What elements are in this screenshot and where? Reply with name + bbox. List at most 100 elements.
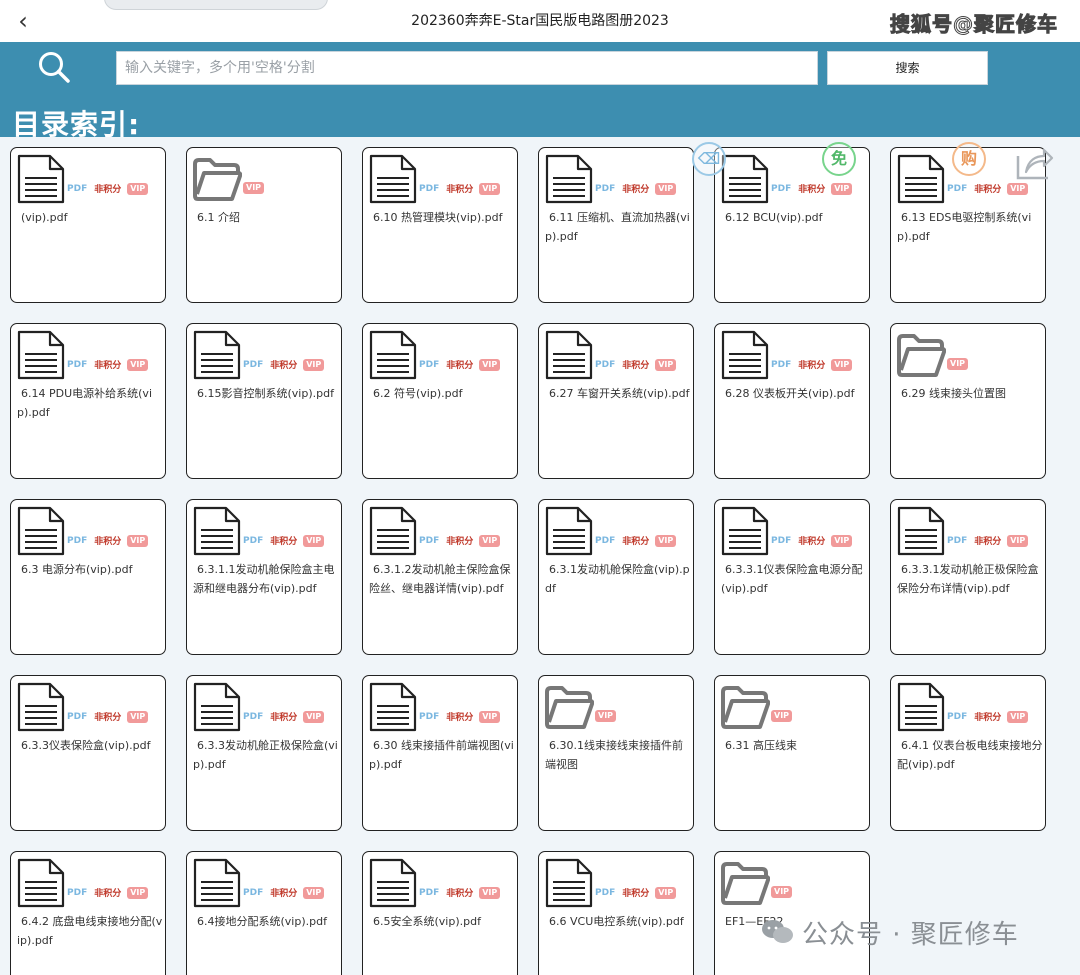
pdf-badge: PDF — [243, 535, 264, 546]
pdf-badge: PDF — [419, 183, 440, 194]
vip-badge: VIP — [595, 710, 617, 722]
pdf-document-icon — [544, 506, 594, 556]
pdf-document-icon — [544, 154, 594, 204]
pdf-file-tile[interactable]: PDF 非积分 VIP (vip).pdf — [10, 147, 166, 303]
vip-badge: VIP — [127, 710, 149, 723]
buy-action-button[interactable]: 购 — [952, 142, 986, 176]
folder-tile[interactable]: VIP 6.29 线束接头位置图 — [890, 323, 1046, 479]
file-name: 6.30 线束接插件前端视图(vip).pdf — [369, 739, 514, 771]
pdf-file-tile[interactable]: PDF 非积分 VIP 6.11 压缩机、直流加热器(vip).pdf — [538, 147, 694, 303]
pdf-badge: PDF — [419, 359, 440, 370]
file-badges: PDF 非积分 VIP — [243, 534, 325, 547]
vip-badge: VIP — [479, 710, 501, 723]
watermark-bottom: 公众号 · 聚匠修车 — [760, 912, 1019, 952]
file-badges: PDF 非积分 VIP — [595, 886, 677, 899]
pdf-document-icon — [544, 858, 594, 908]
points-badge: 非积分 — [798, 361, 826, 371]
pdf-file-tile[interactable]: PDF 非积分 VIP 6.3.1.1发动机舱保险盒主电源和继电器分布(vip).pd… — [186, 499, 342, 655]
file-name: 6.30.1线束接线束接插件前端视图 — [545, 739, 683, 771]
points-badge: 非积分 — [622, 889, 650, 899]
pdf-file-tile[interactable]: PDF 非积分 VIP 6.6 VCU电控系统(vip).pdf — [538, 851, 694, 975]
points-badge: 非积分 — [270, 537, 298, 547]
pdf-file-tile[interactable]: PDF 非积分 VIP 6.3.1.2发动机舱主保险盒保险丝、继电器详情(vip).p… — [362, 499, 518, 655]
file-badges: PDF 非积分 VIP — [419, 182, 501, 195]
index-header: 目录索引: — [0, 87, 1080, 141]
pdf-document-icon — [368, 330, 418, 380]
search-button[interactable]: 搜索 — [827, 51, 988, 85]
file-name: 6.15影音控制系统(vip).pdf — [197, 387, 334, 400]
pdf-badge: PDF — [243, 359, 264, 370]
vip-badge: VIP — [771, 710, 793, 722]
pdf-document-icon — [16, 858, 66, 908]
free-action-button[interactable]: 免 — [822, 142, 856, 176]
pdf-badge: PDF — [947, 535, 968, 546]
pdf-file-tile[interactable]: PDF 非积分 VIP 6.3.3.1仪表保险盒电源分配(vip).pdf — [714, 499, 870, 655]
pdf-document-icon — [720, 506, 770, 556]
pdf-file-tile[interactable]: PDF 非积分 VIP 6.3.3仪表保险盒(vip).pdf — [10, 675, 166, 831]
pdf-badge: PDF — [67, 887, 88, 898]
pdf-file-tile[interactable]: PDF 非积分 VIP 6.4.1 仪表台板电线束接地分配(vip).pdf — [890, 675, 1046, 831]
file-name: 6.3.1.2发动机舱主保险盒保险丝、继电器详情(vip).pdf — [369, 563, 511, 595]
file-name: 6.4.2 底盘电线束接地分配(vip).pdf — [17, 915, 163, 947]
file-badges: PDF 非积分 VIP — [595, 534, 677, 547]
points-badge: 非积分 — [446, 185, 474, 195]
points-badge: 非积分 — [94, 889, 122, 899]
pdf-badge: PDF — [67, 183, 88, 194]
pdf-file-tile[interactable]: PDF 非积分 VIP 6.3.3.1发动机舱正极保险盒保险分布详情(vip).pdf — [890, 499, 1046, 655]
pdf-file-tile[interactable]: PDF 非积分 VIP 6.4.2 底盘电线束接地分配(vip).pdf — [10, 851, 166, 975]
search-input[interactable] — [116, 51, 818, 85]
vip-badge: VIP — [127, 182, 149, 195]
delete-action-button[interactable]: ⌫ — [692, 142, 726, 176]
index-heading: 目录索引: — [12, 108, 141, 141]
vip-badge: VIP — [655, 886, 677, 899]
file-name: 6.2 符号(vip).pdf — [373, 387, 463, 400]
pdf-document-icon — [192, 330, 242, 380]
pdf-file-tile[interactable]: PDF 非积分 VIP 6.3.3发动机舱正极保险盒(vip).pdf — [186, 675, 342, 831]
file-name: 6.6 VCU电控系统(vip).pdf — [549, 915, 684, 928]
folder-tile[interactable]: VIP 6.31 高压线束 — [714, 675, 870, 831]
file-name: 6.27 车窗开关系统(vip).pdf — [549, 387, 690, 400]
pdf-file-tile[interactable]: PDF 非积分 VIP 6.27 车窗开关系统(vip).pdf — [538, 323, 694, 479]
vip-badge: VIP — [127, 886, 149, 899]
vip-badge: VIP — [303, 534, 325, 547]
pdf-file-tile[interactable]: PDF 非积分 VIP 6.5安全系统(vip).pdf — [362, 851, 518, 975]
pdf-file-tile[interactable]: PDF 非积分 VIP 6.15影音控制系统(vip).pdf — [186, 323, 342, 479]
search-icon[interactable] — [36, 50, 72, 84]
folder-icon — [544, 682, 595, 732]
file-name: 6.1 介绍 — [197, 211, 240, 224]
pdf-file-tile[interactable]: PDF 非积分 VIP 6.4接地分配系统(vip).pdf — [186, 851, 342, 975]
pdf-file-tile[interactable]: PDF 非积分 VIP 6.10 热管理模块(vip).pdf — [362, 147, 518, 303]
file-name: 6.3.3发动机舱正极保险盒(vip).pdf — [193, 739, 338, 771]
folder-tile[interactable]: VIP 6.1 介绍 — [186, 147, 342, 303]
vip-badge: VIP — [771, 886, 793, 898]
pdf-file-tile[interactable]: PDF 非积分 VIP 6.2 符号(vip).pdf — [362, 323, 518, 479]
file-grid: PDF 非积分 VIP (vip).pdf VIP 6.1 介绍 PDF 非积分 VIP 6.10… — [10, 147, 1046, 975]
file-badges: PDF 非积分 VIP — [947, 710, 1029, 723]
points-badge: 非积分 — [94, 713, 122, 723]
pdf-document-icon — [16, 330, 66, 380]
pdf-badge: PDF — [419, 711, 440, 722]
points-badge: 非积分 — [270, 361, 298, 371]
pdf-file-tile[interactable]: PDF 非积分 VIP 6.28 仪表板开关(vip).pdf — [714, 323, 870, 479]
folder-icon — [896, 330, 947, 380]
share-icon[interactable] — [1014, 144, 1054, 182]
pdf-document-icon — [16, 682, 66, 732]
vip-badge: VIP — [655, 534, 677, 547]
points-badge: 非积分 — [974, 713, 1002, 723]
watermark-bottom-text: 公众号 · 聚匠修车 — [802, 919, 1019, 950]
file-name: 6.29 线束接头位置图 — [901, 387, 1006, 400]
file-name: 6.11 压缩机、直流加热器(vip).pdf — [545, 211, 690, 243]
file-badges: PDF 非积分 VIP — [595, 358, 677, 371]
vip-badge: VIP — [127, 534, 149, 547]
pdf-file-tile[interactable]: PDF 非积分 VIP 6.30 线束接插件前端视图(vip).pdf — [362, 675, 518, 831]
pdf-file-tile[interactable]: PDF 非积分 VIP 6.3.1发动机舱保险盒(vip).pdf — [538, 499, 694, 655]
vip-badge: VIP — [1007, 534, 1029, 547]
pdf-file-tile[interactable]: PDF 非积分 VIP 6.3 电源分布(vip).pdf — [10, 499, 166, 655]
pdf-badge: PDF — [243, 711, 264, 722]
folder-tile[interactable]: VIP 6.30.1线束接线束接插件前端视图 — [538, 675, 694, 831]
vip-badge: VIP — [127, 358, 149, 371]
file-badges: VIP — [947, 358, 969, 370]
file-badges: PDF 非积分 VIP — [419, 358, 501, 371]
pdf-file-tile[interactable]: PDF 非积分 VIP 6.14 PDU电源补给系统(vip).pdf — [10, 323, 166, 479]
points-badge: 非积分 — [94, 537, 122, 547]
